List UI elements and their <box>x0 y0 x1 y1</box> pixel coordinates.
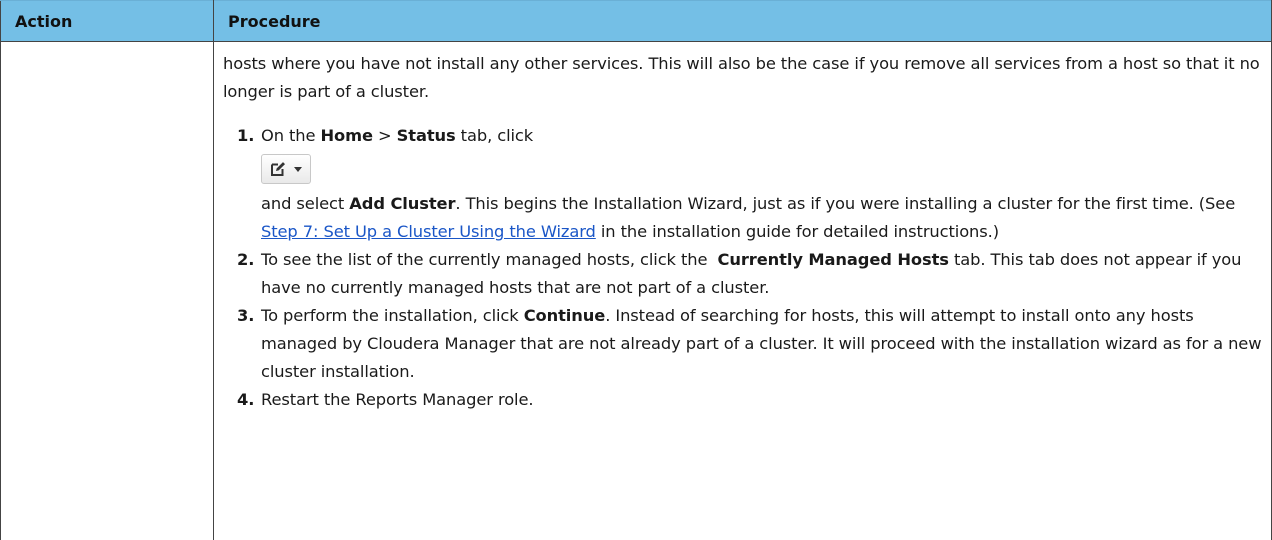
step-4: 4. Restart the Reports Manager role. <box>223 386 1263 414</box>
status-label: Status <box>396 126 456 145</box>
step-number: 1. <box>237 126 255 145</box>
caret-down-icon <box>294 166 302 172</box>
step-text: To see the list of the currently managed… <box>261 250 718 269</box>
step-text: On the <box>261 126 321 145</box>
step-2: 2. To see the list of the currently mana… <box>223 246 1263 302</box>
header-action: Action <box>0 0 214 42</box>
setup-cluster-wizard-link[interactable]: Step 7: Set Up a Cluster Using the Wizar… <box>261 222 596 241</box>
procedure-cell: hosts where you have not install any oth… <box>213 41 1272 540</box>
step-text: in the installation guide for detailed i… <box>595 222 999 241</box>
table-header-row: Action Procedure <box>0 0 1272 42</box>
steps-list: 1. On the Home > Status tab, click and s… <box>223 122 1263 414</box>
step-text: and select <box>261 194 350 213</box>
step-1: 1. On the Home > Status tab, click and s… <box>223 122 1263 246</box>
edit-icon <box>271 162 285 176</box>
action-cell <box>0 41 214 540</box>
procedure-table: Action Procedure hosts where you have no… <box>0 0 1272 540</box>
step-number: 4. <box>237 390 255 409</box>
step-text: Restart the Reports Manager role. <box>261 390 534 409</box>
home-label: Home <box>320 126 374 145</box>
procedure-intro: hosts where you have not install any oth… <box>223 54 1260 101</box>
edit-dropdown-button[interactable] <box>261 154 311 184</box>
step-text: To perform the installation, click <box>261 306 524 325</box>
breadcrumb-separator: > <box>372 126 397 145</box>
header-procedure: Procedure <box>213 0 1272 42</box>
currently-managed-hosts-label: Currently Managed Hosts <box>717 250 949 269</box>
step-text: . This begins the Installation Wizard, j… <box>455 194 1236 213</box>
add-cluster-label: Add Cluster <box>349 194 456 213</box>
step-number: 2. <box>237 250 255 269</box>
table-row: hosts where you have not install any oth… <box>0 41 1272 540</box>
continue-label: Continue <box>523 306 606 325</box>
step-number: 3. <box>237 306 255 325</box>
step-3: 3. To perform the installation, click Co… <box>223 302 1263 386</box>
step-text: tab, click <box>455 126 534 145</box>
